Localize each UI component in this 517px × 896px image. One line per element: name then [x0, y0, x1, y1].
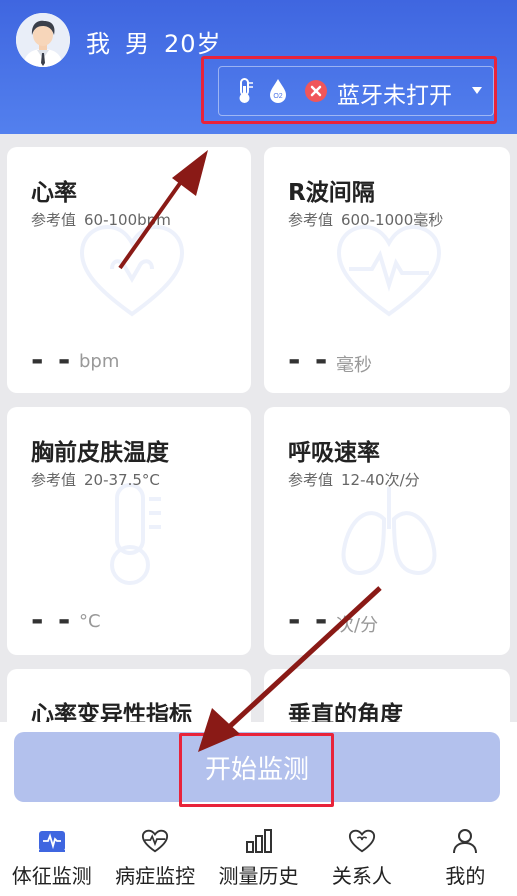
card-unit: bpm [79, 351, 120, 372]
card-value: - - [31, 343, 73, 378]
card-unit: 次/分 [336, 615, 379, 636]
card-title: R波间隔 [288, 180, 375, 206]
tab-label: 测量历史 [218, 864, 299, 888]
tab-history[interactable]: 测量历史 [207, 820, 310, 896]
thermometer-icon [110, 483, 161, 585]
person-icon [451, 828, 479, 854]
tab-label: 体征监测 [11, 864, 92, 888]
card-value: - - [288, 343, 330, 378]
card-respiration-rate[interactable]: 呼吸速率 参考值 12-40次/分 - - 次/分 [264, 407, 510, 655]
user-info: 我男 20岁 [86, 24, 222, 59]
card-unit: °C [79, 611, 101, 632]
annotation-box-bluetooth [201, 56, 497, 124]
card-heart-rate[interactable]: 心率 参考值 60-100bpm - - bpm [7, 147, 251, 393]
card-unit: 毫秒 [336, 355, 372, 376]
card-value: - - [31, 603, 73, 638]
bottom-tab-bar: 体征监测 病症监控 测量历史 关系人 我的 [0, 820, 517, 896]
tab-contacts[interactable]: 关系人 [310, 820, 413, 896]
user-name: 我 [86, 30, 111, 58]
card-value: - - [288, 603, 330, 638]
card-skin-temperature[interactable]: 胸前皮肤温度 参考值 20-37.5°C - - °C [7, 407, 251, 655]
card-reference: 参考值 20-37.5°C [31, 471, 160, 489]
card-r-wave-interval[interactable]: R波间隔 参考值 600-1000毫秒 - - 毫秒 [264, 147, 510, 393]
tab-disease-monitor[interactable]: 病症监控 [103, 820, 206, 896]
user-age: 20岁 [164, 30, 222, 58]
card-title: 胸前皮肤温度 [31, 440, 169, 466]
card-title: 呼吸速率 [288, 440, 380, 466]
lungs-icon [341, 487, 437, 575]
tab-label: 病症监控 [115, 864, 196, 888]
heart-monitor-icon [141, 828, 169, 854]
bar-chart-icon [245, 828, 273, 854]
tab-vitals[interactable]: 体征监测 [0, 820, 103, 896]
annotation-box-start [179, 733, 334, 807]
user-gender: 男 [125, 30, 150, 58]
tab-label: 我的 [445, 864, 486, 888]
card-title: 心率 [31, 180, 77, 206]
heart-icon [79, 224, 185, 317]
card-reference: 参考值 60-100bpm [31, 211, 171, 229]
avatar[interactable] [16, 13, 70, 67]
heart-people-icon [348, 828, 376, 854]
pulse-icon [38, 828, 66, 854]
card-reference: 参考值 600-1000毫秒 [288, 211, 444, 229]
card-reference: 参考值 12-40次/分 [288, 471, 420, 489]
heart-wave-icon [336, 224, 442, 317]
tab-profile[interactable]: 我的 [414, 820, 517, 896]
tab-label: 关系人 [331, 864, 392, 888]
